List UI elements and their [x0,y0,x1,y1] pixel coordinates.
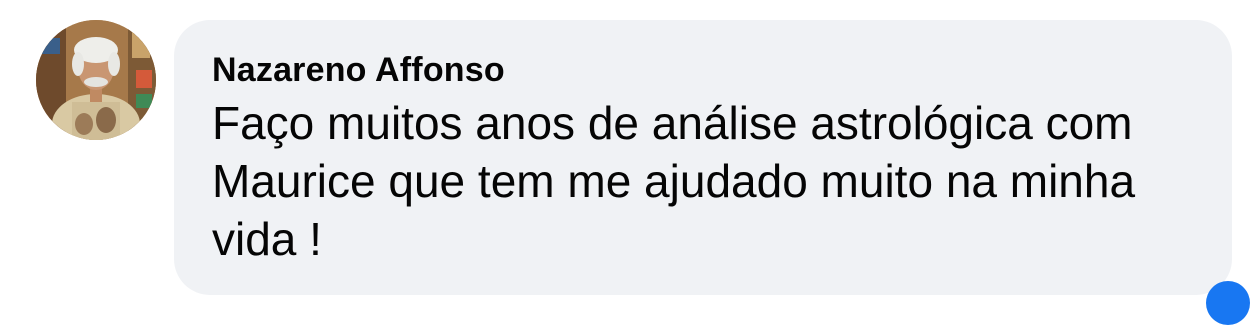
comment-bubble: Nazareno Affonso Faço muitos anos de aná… [174,20,1250,325]
avatar-photo [36,20,156,140]
comment-author[interactable]: Nazareno Affonso [212,50,1202,90]
comment-text: Faço muitos anos de análise astrológica … [212,97,1136,265]
avatar[interactable] [36,20,156,140]
reaction-badge-icon[interactable] [1206,281,1250,325]
